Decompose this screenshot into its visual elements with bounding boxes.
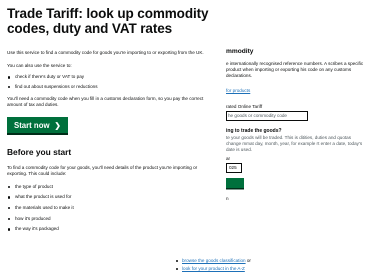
panel-description: e internationally recognised reference n…	[226, 61, 364, 79]
list-item: find out about suspensions or reductions	[7, 84, 209, 90]
also-label: You can also use the service to:	[7, 63, 72, 69]
before-you-start-heading: Before you start	[7, 147, 72, 158]
browse-or-text: or	[245, 258, 251, 263]
date-question: ing to trade the goods?	[226, 127, 282, 134]
start-now-button[interactable]: Start now ❯	[7, 117, 68, 134]
also-list: check if there's duty or VAT to pay find…	[7, 74, 209, 89]
search-input[interactable]: he goods or commodity code	[226, 110, 308, 121]
list-item: the way it's packaged	[7, 226, 209, 232]
list-item: check if there's duty or VAT to pay	[7, 74, 209, 80]
find-text: To find a commodity code for your goods,…	[7, 165, 198, 177]
year-input[interactable]: 025	[226, 162, 242, 173]
details-list: the type of product what the product is …	[7, 184, 209, 233]
browse-classification-link[interactable]: browse the goods classification	[182, 258, 246, 263]
or-label: n	[226, 195, 229, 201]
need-text: You'll need a commodity code when you fi…	[7, 95, 204, 108]
main-content: Trade Tariff: look up commodity codes, d…	[7, 6, 209, 237]
date-hint: te your goods will be traded. This is di…	[226, 134, 363, 152]
products-link[interactable]: for products	[226, 88, 367, 94]
intro-text: Use this service to find a commodity cod…	[7, 50, 204, 55]
list-item: what the product is used for	[7, 194, 209, 200]
a-z-link[interactable]: look for your product in the A-Z	[182, 266, 245, 271]
search-label: rated Online Tariff	[226, 103, 263, 109]
list-item: look for your product in the A-Z	[176, 266, 367, 272]
chevron-right-icon: ❯	[54, 121, 61, 131]
list-item: browse the goods classification or	[176, 258, 367, 264]
panel-heading: mmodity	[226, 48, 254, 55]
alternative-links: browse the goods classification or look …	[176, 258, 367, 273]
list-item: the materials used to make it	[7, 205, 209, 211]
search-button[interactable]	[226, 177, 244, 188]
commodity-search-panel: mmodity e internationally recognised ref…	[226, 48, 367, 202]
list-item: the type of product	[7, 184, 209, 190]
list-item: how it's produced	[7, 216, 209, 222]
start-now-label: Start now	[14, 121, 50, 131]
year-label: ar	[226, 155, 231, 161]
page-title: Trade Tariff: look up commodity codes, d…	[7, 6, 209, 36]
